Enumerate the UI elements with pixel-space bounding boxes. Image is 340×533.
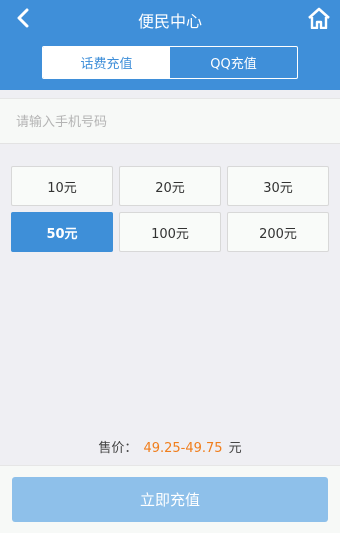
phone-input-row bbox=[0, 98, 340, 145]
price-value: 49.25-49.75 bbox=[143, 441, 223, 456]
home-button[interactable] bbox=[306, 4, 332, 32]
page-title: 便民中心 bbox=[137, 12, 202, 31]
price-line: 售价： 49.25-49.75 元 bbox=[0, 437, 340, 456]
amount-option-100[interactable]: 100元 bbox=[119, 212, 221, 252]
price-unit: 元 bbox=[228, 441, 242, 456]
home-icon bbox=[308, 7, 330, 29]
footer-bar: 立即充值 bbox=[0, 465, 340, 533]
phone-number-input[interactable] bbox=[14, 99, 318, 145]
amount-option-200[interactable]: 200元 bbox=[227, 212, 329, 252]
recharge-now-button[interactable]: 立即充值 bbox=[12, 477, 328, 522]
recharge-tabs: 话费充值 QQ充值 bbox=[42, 46, 298, 79]
amount-option-50[interactable]: 50元 bbox=[11, 212, 113, 252]
header-bar: 便民中心 话费充值 QQ充值 bbox=[0, 0, 340, 90]
amount-option-30[interactable]: 30元 bbox=[227, 166, 329, 206]
price-label: 售价： bbox=[98, 441, 138, 456]
tab-qq-recharge[interactable]: QQ充值 bbox=[170, 47, 297, 78]
amount-grid: 10元 20元 30元 50元 100元 200元 bbox=[11, 166, 329, 252]
amount-option-10[interactable]: 10元 bbox=[11, 166, 113, 206]
amount-option-20[interactable]: 20元 bbox=[119, 166, 221, 206]
tab-phone-recharge[interactable]: 话费充值 bbox=[43, 47, 170, 78]
